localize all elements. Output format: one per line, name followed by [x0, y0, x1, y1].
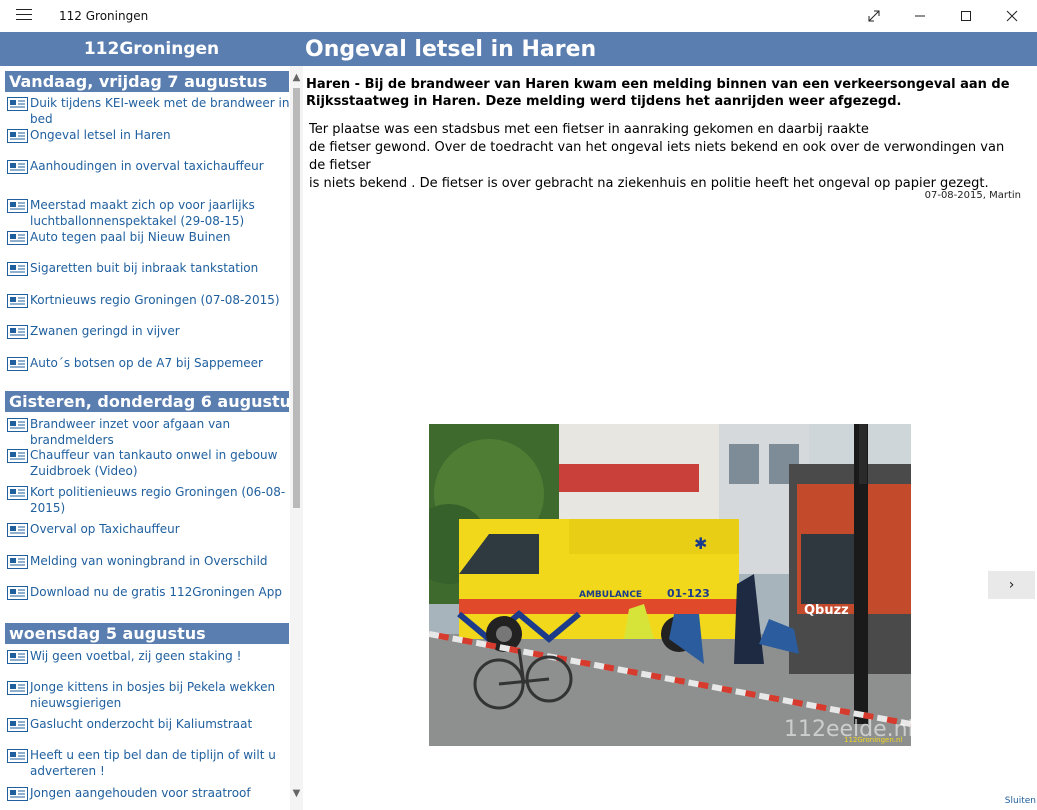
- newspaper-icon: [7, 324, 28, 339]
- news-item-title[interactable]: Jonge kittens in bosjes bij Pekela wekke…: [30, 679, 290, 711]
- newspaper-icon: [7, 356, 28, 371]
- newspaper-icon: [7, 680, 28, 695]
- article-byline: 07-08-2015, Martin: [924, 190, 1021, 201]
- brand-label[interactable]: 112Groningen: [0, 32, 303, 66]
- sidebar-scrollbar[interactable]: ▲ ▼: [290, 66, 303, 810]
- news-item-title[interactable]: Wij geen voetbal, zij geen staking !: [30, 648, 290, 664]
- next-article-button[interactable]: ›: [988, 571, 1035, 599]
- news-item-title[interactable]: Kortnieuws regio Groningen (07-08-2015): [30, 292, 290, 308]
- newspaper-icon: [7, 522, 28, 537]
- section-header: Vandaag, vrijdag 7 augustus: [5, 71, 289, 92]
- newspaper-icon: [7, 159, 28, 174]
- ambulance-number: 01-123: [667, 587, 710, 600]
- news-item-title[interactable]: Aanhoudingen in overval taxichauffeur: [30, 158, 290, 174]
- newspaper-icon: [7, 786, 28, 801]
- newspaper-icon: [7, 230, 28, 245]
- article-body-line: is niets bekend . De fietser is over geb…: [309, 176, 989, 191]
- news-item-title[interactable]: Overval op Taxichauffeur: [30, 521, 290, 537]
- newspaper-icon: [7, 128, 28, 143]
- news-item-title[interactable]: Duik tijdens KEI-week met de brandweer i…: [30, 95, 290, 127]
- close-window-button[interactable]: [989, 0, 1035, 32]
- maximize-button[interactable]: [943, 0, 989, 32]
- newspaper-icon: [7, 585, 28, 600]
- hamburger-menu-icon[interactable]: [16, 9, 32, 23]
- title-bar: 112 Groningen: [0, 0, 1037, 32]
- news-item-title[interactable]: Ongeval letsel in Haren: [30, 127, 290, 143]
- newspaper-icon: [7, 554, 28, 569]
- newspaper-icon: [7, 748, 28, 763]
- article-lead: Haren - Bij de brandweer van Haren kwam …: [306, 77, 1010, 109]
- newspaper-icon: [7, 417, 28, 432]
- photo-credit: 112Groningen.nl: [844, 736, 902, 744]
- news-item-title[interactable]: Heeft u een tip bel dan de tiplijn of wi…: [30, 747, 290, 779]
- newspaper-icon: [7, 198, 28, 213]
- news-item-title[interactable]: Auto´s botsen op de A7 bij Sappemeer: [30, 355, 290, 371]
- app-title: 112 Groningen: [59, 9, 149, 23]
- section-header: woensdag 5 augustus: [5, 623, 289, 644]
- newspaper-icon: [7, 717, 28, 732]
- news-item-title[interactable]: Jongen aangehouden voor straatroof: [30, 785, 290, 801]
- news-item-title[interactable]: Download nu de gratis 112Groningen App: [30, 584, 290, 600]
- news-sidebar: Vandaag, vrijdag 7 augustus Duik tijdens …: [0, 66, 303, 810]
- news-item-title[interactable]: Zwanen geringd in vijver: [30, 323, 290, 339]
- newspaper-icon: [7, 649, 28, 664]
- article-body-line: Ter plaatse was een stadsbus met een fie…: [309, 122, 869, 137]
- page-title: Ongeval letsel in Haren: [305, 36, 597, 62]
- news-item-title[interactable]: Auto tegen paal bij Nieuw Buinen: [30, 229, 290, 245]
- newspaper-icon: [7, 261, 28, 276]
- article-body: Ter plaatse was een stadsbus met een fie…: [309, 121, 1009, 193]
- news-item-title[interactable]: Chauffeur van tankauto onwel in gebouw Z…: [30, 447, 290, 479]
- news-item-title[interactable]: Meerstad maakt zich op voor jaarlijks lu…: [30, 197, 290, 229]
- scroll-thumb[interactable]: [293, 88, 300, 508]
- section-header: Gisteren, donderdag 6 augustus: [5, 391, 301, 412]
- scroll-down-arrow-icon[interactable]: ▼: [290, 788, 303, 800]
- close-link[interactable]: Sluiten: [1005, 796, 1036, 806]
- svg-text:✱: ✱: [694, 534, 707, 553]
- news-item-title[interactable]: Brandweer inzet voor afgaan van brandmel…: [30, 416, 290, 448]
- news-item-title[interactable]: Sigaretten buit bij inbraak tankstation: [30, 260, 290, 276]
- news-item-title[interactable]: Kort politienieuws regio Groningen (06-0…: [30, 484, 290, 516]
- ambulance-label: AMBULANCE: [579, 590, 642, 600]
- article-photo: Qbuzz AMBULANCE 01-123 ✱ 112eelde.nl 112…: [429, 424, 911, 746]
- expand-icon[interactable]: [851, 0, 897, 32]
- news-item-title[interactable]: Gaslucht onderzocht bij Kaliumstraat: [30, 716, 290, 732]
- article-body-line: de fietser gewond. Over de toedracht van…: [309, 140, 1005, 173]
- news-item-title[interactable]: Melding van woningbrand in Overschild: [30, 553, 290, 569]
- scroll-up-arrow-icon[interactable]: ▲: [290, 72, 303, 84]
- minimize-button[interactable]: [897, 0, 943, 32]
- newspaper-icon: [7, 485, 28, 500]
- newspaper-icon: [7, 96, 28, 111]
- newspaper-icon: [7, 448, 28, 463]
- bus-label: Qbuzz: [804, 603, 849, 618]
- accident-scene-image: Qbuzz AMBULANCE 01-123 ✱ 112eelde.nl 112…: [429, 424, 911, 746]
- newspaper-icon: [7, 293, 28, 308]
